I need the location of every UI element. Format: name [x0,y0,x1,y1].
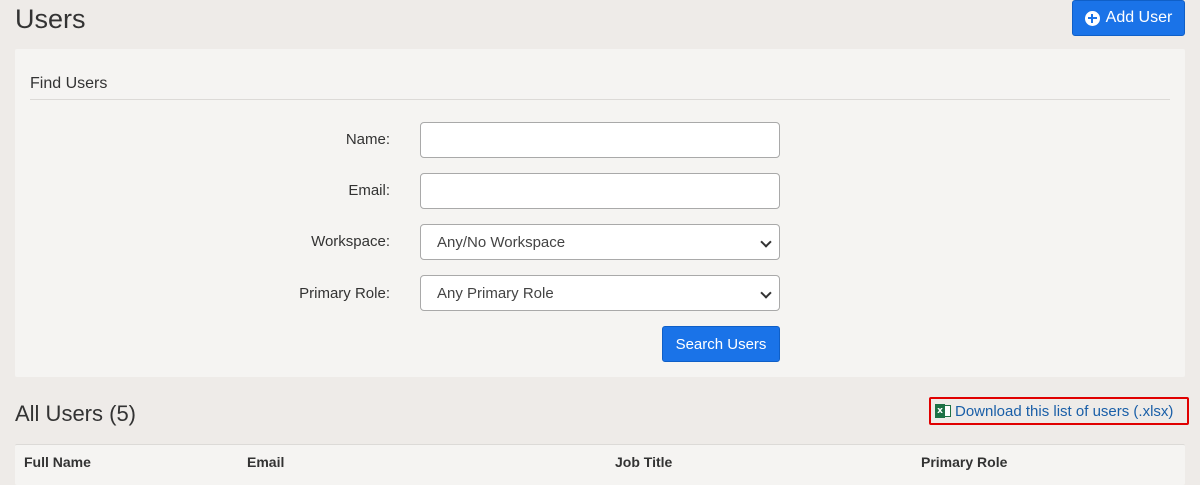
find-users-title: Find Users [30,75,108,92]
column-header-full-name[interactable]: Full Name [24,454,91,470]
all-users-title: All Users (5) [15,401,137,426]
workspace-selected-value: Any/No Workspace [437,233,566,251]
primary-role-label: Primary Role: [299,285,390,302]
column-header-email[interactable]: Email [247,454,284,470]
users-table: Full Name Email Job Title Primary Role [15,444,1185,485]
primary-role-select[interactable]: Any Primary Role [420,275,780,311]
chevron-down-icon [760,236,772,248]
primary-role-selected-value: Any Primary Role [437,284,554,302]
chevron-down-icon [760,287,772,299]
name-input[interactable] [420,122,780,158]
add-user-button[interactable]: Add User [1072,0,1185,36]
find-users-panel: Find Users Name: Email: Workspace: Any/N… [15,49,1185,377]
plus-circle-icon [1084,10,1100,26]
email-input[interactable] [420,173,780,209]
divider [30,99,1170,100]
name-label: Name: [345,131,390,148]
download-xlsx-link[interactable]: x Download this list of users (.xlsx) [929,397,1189,425]
email-label: Email: [348,182,390,199]
workspace-select[interactable]: Any/No Workspace [420,224,780,260]
excel-icon: x [935,404,951,418]
column-header-job-title[interactable]: Job Title [615,454,672,470]
download-xlsx-label: Download this list of users (.xlsx) [955,402,1174,420]
add-user-label: Add User [1105,9,1173,26]
column-header-primary-role[interactable]: Primary Role [921,454,1007,470]
search-users-button[interactable]: Search Users [662,326,780,362]
page-title: Users [15,4,86,34]
workspace-label: Workspace: [311,233,390,250]
